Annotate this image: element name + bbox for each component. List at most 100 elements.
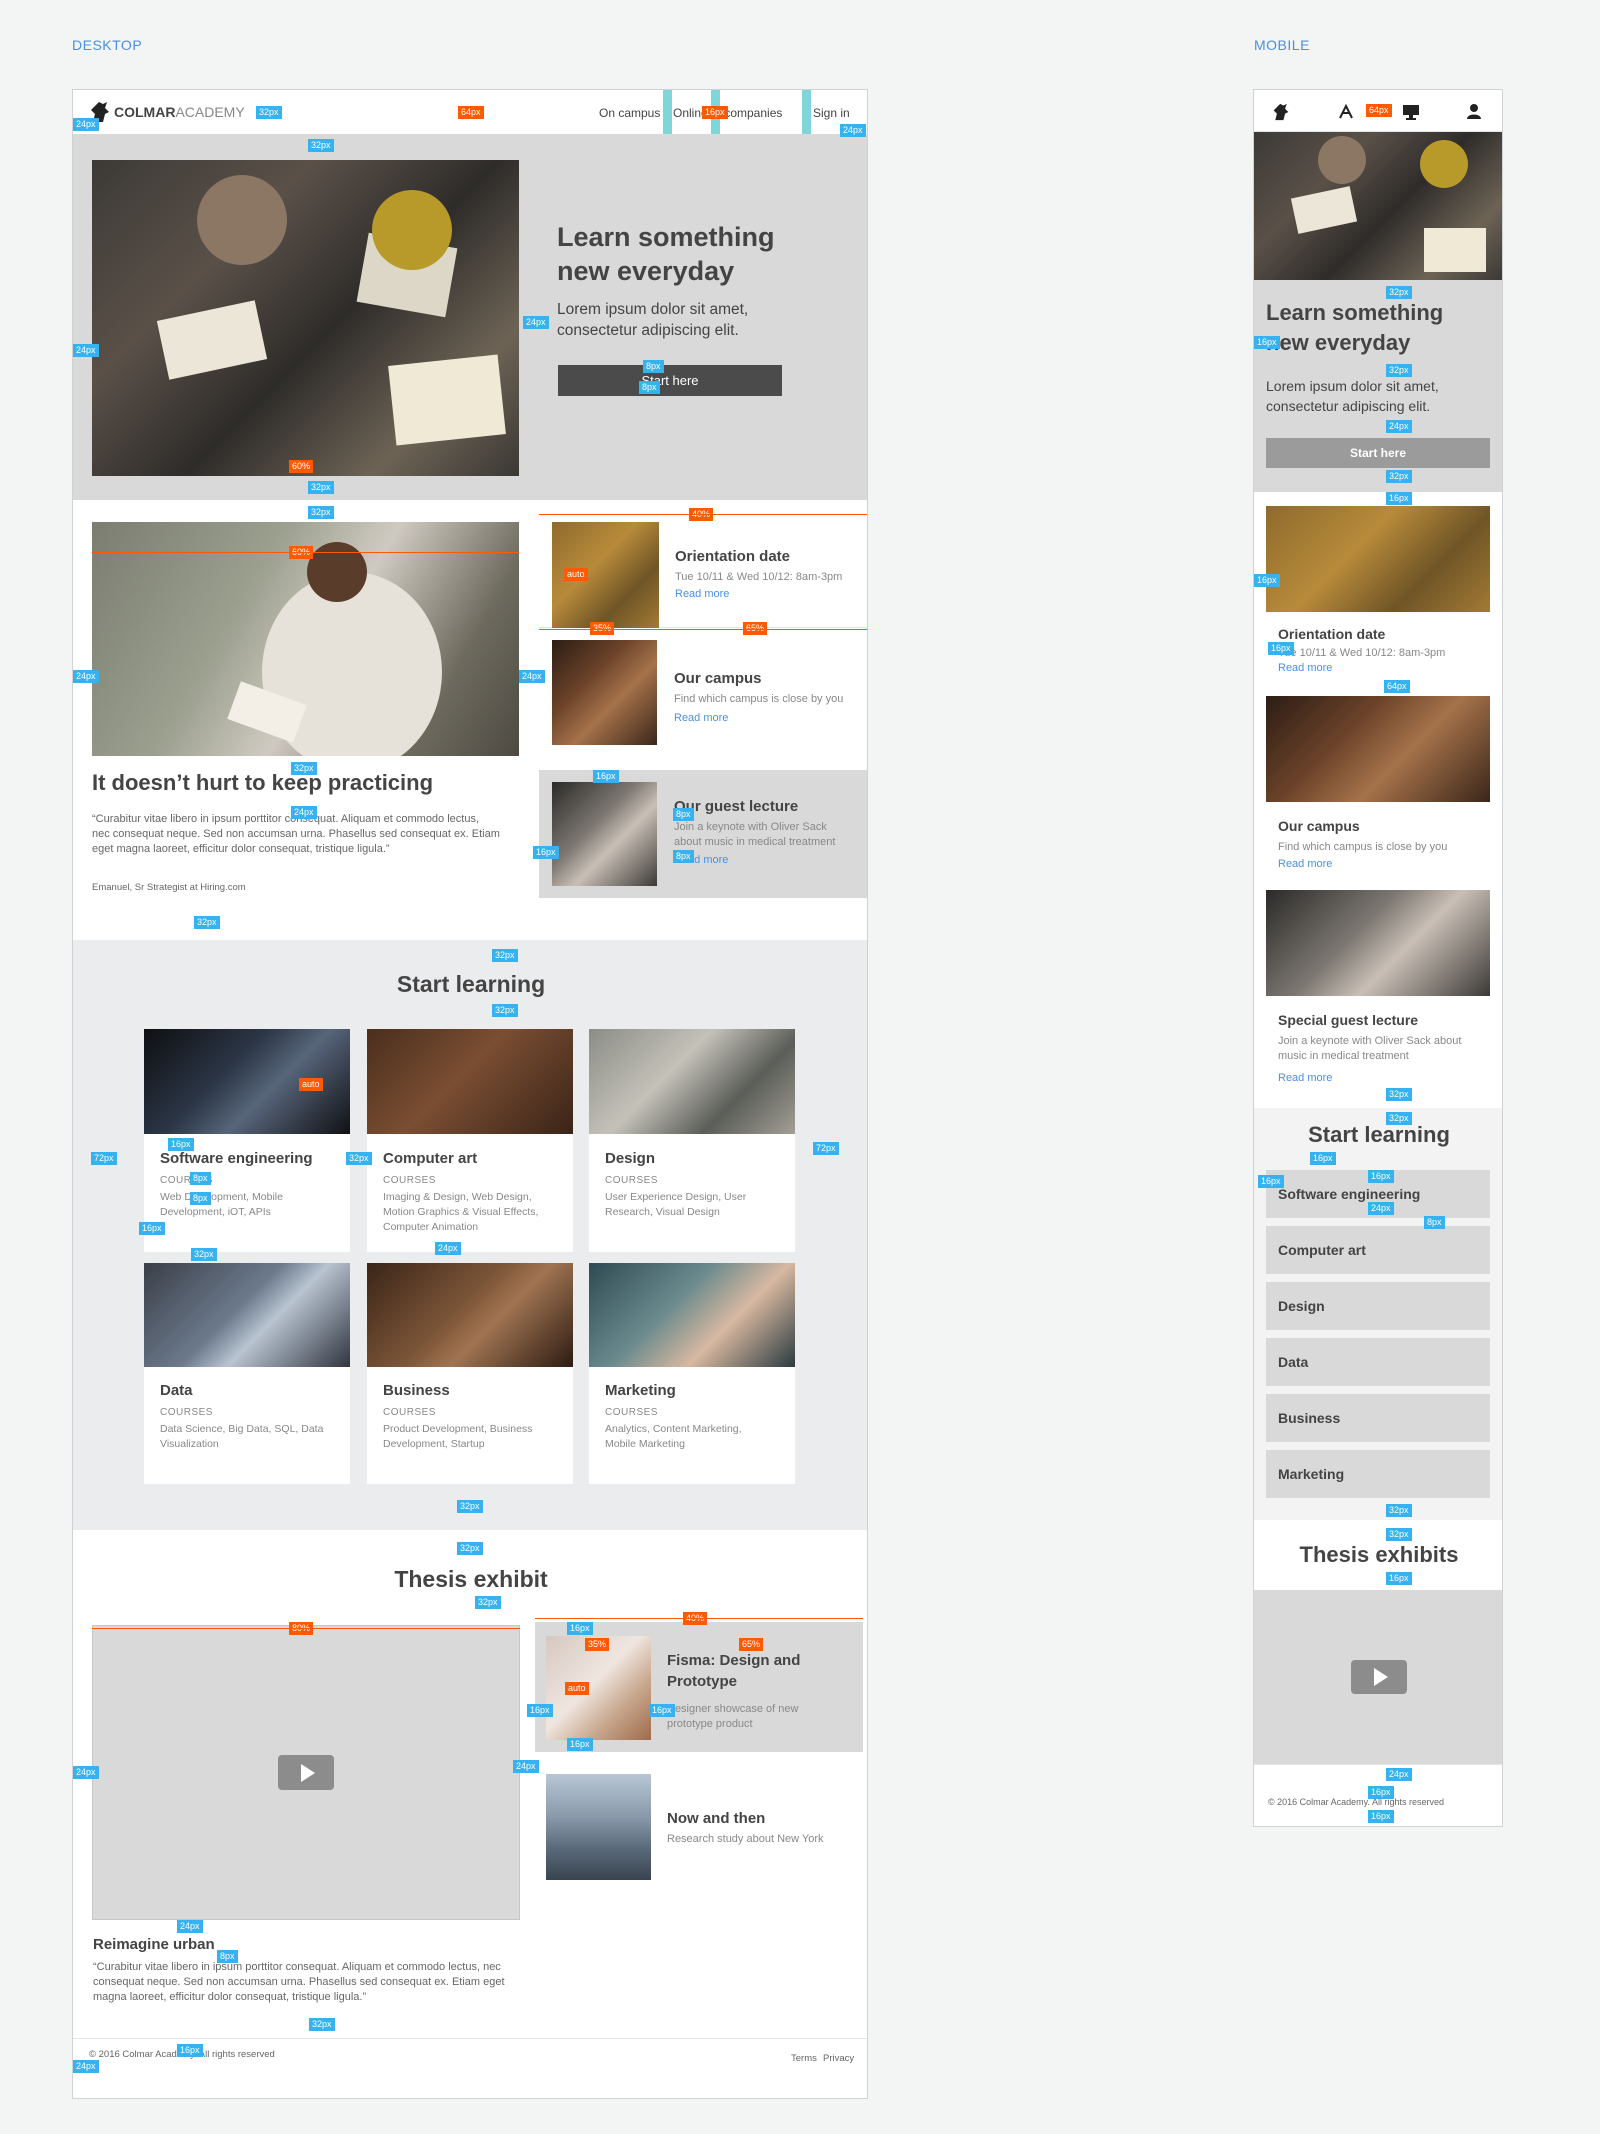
spacing-annotation: 8px xyxy=(190,1172,211,1185)
measure-line xyxy=(539,629,867,630)
spacing-annotation: 8px xyxy=(217,1950,238,1963)
read-more-link[interactable]: Read more xyxy=(675,588,729,600)
course-desc-1: Imaging & Design, Web Design, xyxy=(383,1191,532,1203)
thesis-item-now-then[interactable]: Now and then Research study about New Yo… xyxy=(535,1766,863,1890)
spacing-annotation: auto xyxy=(565,1682,589,1695)
spacing-annotation: 16px xyxy=(1368,1170,1394,1183)
course-kicker: COURSES xyxy=(160,1407,213,1418)
course-desc-1: User Experience Design, User xyxy=(605,1191,747,1203)
mobile-hero-image xyxy=(1254,132,1502,280)
course-title: Computer art xyxy=(383,1150,478,1167)
brand-logo[interactable]: COLMAR ACADEMY xyxy=(89,100,245,124)
video-player[interactable] xyxy=(92,1625,520,1920)
mobile-hero-title-2: new everyday xyxy=(1266,330,1411,355)
mobile-event-campus[interactable] xyxy=(1266,696,1490,802)
event-sub: Find which campus is close by you xyxy=(674,693,844,705)
spacing-annotation: 32px xyxy=(194,916,220,929)
spacing-annotation: 16px xyxy=(1386,492,1412,505)
read-more-link[interactable]: Read more xyxy=(674,712,728,724)
hero-sub-1: Lorem ipsum dolor sit amet, xyxy=(557,301,749,318)
course-title: Software engineering xyxy=(160,1150,313,1167)
thesis-quote-1: “Curabitur vitae libero in ipsum porttit… xyxy=(93,1961,501,1973)
course-card-computer-art[interactable]: Computer art COURSES Imaging & Design, W… xyxy=(367,1029,573,1252)
event-title: Orientation date xyxy=(675,548,791,565)
mobile-course-computer-art[interactable]: Computer art xyxy=(1266,1226,1490,1274)
spacing-annotation: 8px xyxy=(673,850,694,863)
spacing-annotation: 24px xyxy=(73,670,99,683)
desktop-icon[interactable] xyxy=(1402,104,1420,120)
spacing-annotation: 32px xyxy=(1386,286,1412,299)
spacing-annotation: 16px xyxy=(527,1704,553,1717)
course-title: Design xyxy=(605,1150,656,1167)
event-item-lecture[interactable]: Our guest lecture Join a keynote with Ol… xyxy=(539,770,867,898)
lion-icon[interactable] xyxy=(1272,102,1290,122)
spacing-annotation: 16px xyxy=(1258,1175,1284,1188)
start-learning-section: Start learning Software engineering COUR… xyxy=(73,940,867,1530)
spacing-annotation: 32px xyxy=(256,106,282,119)
spacing-annotation: 32px xyxy=(1386,1528,1412,1541)
thesis-item-sub-2: prototype product xyxy=(667,1718,753,1730)
mobile-label: MOBILE xyxy=(1254,37,1310,53)
nav-on-campus[interactable]: On campus xyxy=(599,106,660,120)
mobile-event-title: Our campus xyxy=(1278,818,1360,834)
course-card-data[interactable]: Data COURSES Data Science, Big Data, SQL… xyxy=(144,1263,350,1484)
mobile-course-business[interactable]: Business xyxy=(1266,1394,1490,1442)
mobile-course-design[interactable]: Design xyxy=(1266,1282,1490,1330)
play-icon xyxy=(301,1763,315,1782)
measure-line xyxy=(539,514,867,515)
mobile-event-sub-2: music in medical treatment xyxy=(1278,1050,1409,1062)
course-card-marketing[interactable]: Marketing COURSES Analytics, Content Mar… xyxy=(589,1263,795,1484)
thesis-item-sub: Research study about New York xyxy=(667,1833,824,1845)
spacing-annotation: auto xyxy=(299,1078,323,1091)
video-title: Reimagine urban xyxy=(93,1936,215,1953)
course-image xyxy=(367,1263,573,1367)
thesis-title: Thesis exhibit xyxy=(394,1566,548,1592)
mobile-frame: Learn something new everyday Lorem ipsum… xyxy=(1253,89,1503,1827)
mobile-read-more[interactable]: Read more xyxy=(1278,662,1332,674)
brand-bold: COLMAR xyxy=(114,104,176,120)
course-card-design[interactable]: Design COURSES User Experience Design, U… xyxy=(589,1029,795,1252)
mobile-event-orientation[interactable] xyxy=(1266,506,1490,612)
hero-title-2: new everyday xyxy=(557,256,735,286)
spacing-annotation: 16px xyxy=(567,1622,593,1635)
mobile-event-image xyxy=(1266,890,1490,996)
hero-photo-shapes xyxy=(156,175,506,446)
mobile-video-player[interactable] xyxy=(1254,1590,1502,1764)
play-button[interactable] xyxy=(278,1755,334,1790)
campus-icon[interactable] xyxy=(1338,104,1354,120)
course-card-business[interactable]: Business COURSES Product Development, Bu… xyxy=(367,1263,573,1484)
spacing-annotation: 24px xyxy=(1386,420,1412,433)
course-desc-2: Development, iOT, APIs xyxy=(160,1206,271,1218)
hero-section: Learn something new everyday Lorem ipsum… xyxy=(73,134,867,500)
spacing-annotation: 16px xyxy=(168,1138,194,1151)
mobile-start-here-button[interactable]: Start here xyxy=(1266,438,1490,468)
course-desc-1: Data Science, Big Data, SQL, Data xyxy=(160,1423,324,1435)
mobile-read-more[interactable]: Read more xyxy=(1278,858,1332,870)
spacing-annotation: 24px xyxy=(1386,1768,1412,1781)
event-item-campus[interactable]: Our campus Find which campus is close by… xyxy=(539,628,867,756)
mobile-event-lecture[interactable] xyxy=(1266,890,1490,996)
course-desc-2: Motion Graphics & Visual Effects, xyxy=(383,1206,539,1218)
spacing-annotation: 8px xyxy=(190,1192,211,1205)
mobile-play-button[interactable] xyxy=(1351,1660,1407,1694)
course-desc-3: Computer Animation xyxy=(383,1221,479,1233)
spacing-annotation: 8px xyxy=(643,360,664,373)
course-kicker: COURSES xyxy=(383,1407,436,1418)
mobile-read-more[interactable]: Read more xyxy=(1278,1072,1332,1084)
spacing-annotation: 16px xyxy=(1368,1810,1394,1823)
nav-sign-in[interactable]: Sign in xyxy=(813,106,850,120)
spacing-annotation: 24px xyxy=(291,806,317,819)
thesis-item-sub-1: Designer showcase of new xyxy=(667,1703,799,1715)
mobile-course-data[interactable]: Data xyxy=(1266,1338,1490,1386)
hero-title-1: Learn something xyxy=(557,222,775,252)
start-here-button[interactable]: Start here xyxy=(558,365,782,396)
course-kicker: COURSES xyxy=(383,1175,436,1186)
footer-terms[interactable]: Terms xyxy=(791,2053,817,2064)
nav-gap-marker xyxy=(663,90,672,134)
footer-privacy[interactable]: Privacy xyxy=(823,2053,854,2064)
spacing-annotation: 16px xyxy=(1386,1572,1412,1585)
measure-line xyxy=(92,1628,520,1629)
spacing-annotation: 32px xyxy=(457,1500,483,1513)
user-icon[interactable] xyxy=(1466,103,1482,119)
mobile-course-marketing[interactable]: Marketing xyxy=(1266,1450,1490,1498)
